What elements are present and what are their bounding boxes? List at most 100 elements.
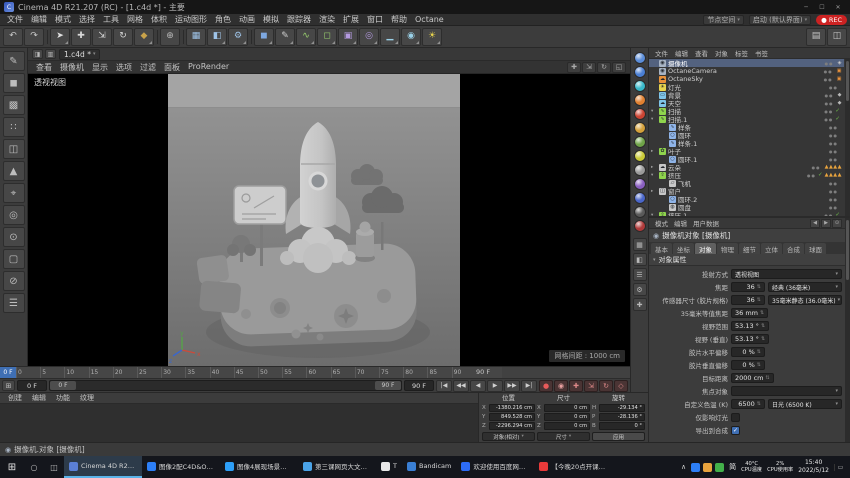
coordinate-system-toggle[interactable]: ⊕ xyxy=(160,28,180,46)
material-sphere-3[interactable] xyxy=(634,80,646,92)
visibility-dots-icon[interactable]: ●● xyxy=(829,189,838,194)
octane-menu-button[interactable]: ☰ xyxy=(633,268,647,281)
spline-primitive-menu[interactable]: ∿ xyxy=(296,28,316,46)
material-list-empty[interactable] xyxy=(0,404,478,442)
material-sphere-5[interactable] xyxy=(634,108,646,120)
viewport-menu-item[interactable]: 选项 xyxy=(112,62,136,73)
expand-arrow-icon[interactable]: ▾ xyxy=(651,117,657,122)
notification-center-icon[interactable]: ▭ xyxy=(834,464,846,471)
pan-view-icon[interactable]: ✚ xyxy=(567,62,581,73)
size-field[interactable]: 0 cm xyxy=(544,404,590,412)
ime-indicator[interactable]: 简 xyxy=(729,462,736,472)
maximize-button[interactable]: ☐ xyxy=(814,1,830,13)
range-start-field[interactable]: 0 F xyxy=(17,380,47,391)
previous-key-button[interactable]: ◀◀ xyxy=(453,380,469,392)
viewport-label[interactable]: 透视视图 xyxy=(34,77,66,88)
search-icon[interactable]: ○ xyxy=(24,456,44,478)
property-value-field[interactable]: 53.13 ° xyxy=(731,321,769,331)
material-sphere-9[interactable] xyxy=(634,164,646,176)
render-view-button[interactable]: ▦ xyxy=(186,28,206,46)
visibility-dots-icon[interactable]: ●● xyxy=(829,133,838,138)
position-field[interactable]: -2296.294 cm xyxy=(489,422,535,430)
document-selector[interactable]: 1.c4d * xyxy=(59,49,100,60)
toggle-views-icon[interactable]: ◱ xyxy=(612,62,626,73)
material-sphere-6[interactable] xyxy=(634,122,646,134)
material-menu[interactable]: 纹理 xyxy=(76,393,98,403)
subdivision-surface-menu[interactable]: ◻ xyxy=(317,28,337,46)
playhead-marker[interactable]: 0 F xyxy=(0,367,16,378)
object-tags-icon[interactable]: ▲▲▲▲ xyxy=(825,172,842,178)
attribute-tab[interactable]: 立体 xyxy=(761,243,782,254)
octane-settings-button[interactable]: ⚙ xyxy=(633,283,647,296)
attribute-tab[interactable]: 细节 xyxy=(739,243,760,254)
visibility-dots-icon[interactable]: ●● xyxy=(829,181,838,186)
model-mode-button[interactable]: ◼ xyxy=(3,73,25,93)
enabled-check-icon[interactable]: ✓ xyxy=(835,108,840,114)
size-field[interactable]: 0 cm xyxy=(544,413,590,421)
visibility-dots-icon[interactable]: ●● xyxy=(825,93,834,98)
property-value-field[interactable]: 6500 xyxy=(731,399,765,409)
octane-liveviewer-button[interactable]: ▦ xyxy=(633,238,647,251)
object-manager-menu[interactable]: 查看 xyxy=(692,48,711,58)
material-sphere-12[interactable] xyxy=(634,206,646,218)
material-sphere-10[interactable] xyxy=(634,178,646,190)
layer-panel-button[interactable]: ☰ xyxy=(3,293,25,313)
visibility-dots-icon[interactable]: ●● xyxy=(829,85,838,90)
expand-arrow-icon[interactable]: ▾ xyxy=(651,109,657,114)
viewport-3d[interactable]: x y z 透视视图 网格间距 : 1000 cm xyxy=(28,74,630,366)
object-tags-icon[interactable]: ▣ xyxy=(837,68,842,74)
object-tags-icon[interactable]: ◆ xyxy=(838,92,842,98)
position-field[interactable]: -1380.216 cm xyxy=(489,404,535,412)
range-slider-end-handle[interactable]: 90 F xyxy=(375,381,401,390)
menu-item[interactable]: 模拟 xyxy=(259,14,283,25)
pen-spline-menu[interactable]: ✎ xyxy=(275,28,295,46)
property-checkbox[interactable] xyxy=(731,413,740,422)
taskbar-task[interactable]: 图像2配C4D&OC完... xyxy=(142,456,220,478)
material-menu[interactable]: 创建 xyxy=(4,393,26,403)
play-button[interactable]: ▶ xyxy=(487,380,503,392)
environment-menu[interactable]: ▁ xyxy=(380,28,400,46)
points-mode-button[interactable]: ∷ xyxy=(3,117,25,137)
menu-item[interactable]: 文件 xyxy=(3,14,27,25)
expand-arrow-icon[interactable]: ▸ xyxy=(651,165,657,170)
object-manager-menu[interactable]: 对象 xyxy=(712,48,731,58)
close-button[interactable]: ✕ xyxy=(830,1,846,13)
menu-item[interactable]: 扩展 xyxy=(339,14,363,25)
object-row[interactable]: ▾ ⇧ 挤压.1 ●● ✓ xyxy=(649,211,844,216)
property-select[interactable]: 透视视图 xyxy=(731,269,842,279)
menu-item[interactable]: 跟踪器 xyxy=(283,14,315,25)
material-menu[interactable]: 编辑 xyxy=(28,393,50,403)
material-sphere-11[interactable] xyxy=(634,192,646,204)
separator[interactable] xyxy=(45,28,49,46)
camera-menu[interactable]: ◉ xyxy=(401,28,421,46)
object-tags-icon[interactable]: ◆ xyxy=(838,100,842,106)
apply-button[interactable]: 应用 xyxy=(592,432,645,441)
tray-app-icon[interactable] xyxy=(703,463,712,472)
menu-item[interactable]: 角色 xyxy=(211,14,235,25)
render-settings-button[interactable]: ⚙ xyxy=(228,28,248,46)
material-sphere-4[interactable] xyxy=(634,94,646,106)
expand-arrow-icon[interactable]: ▸ xyxy=(651,149,657,154)
attr-back-icon[interactable]: ◀ xyxy=(810,219,820,228)
polygons-mode-button[interactable]: ▲ xyxy=(3,161,25,181)
record-keyframe-button[interactable]: ● xyxy=(539,380,553,392)
visibility-dots-icon[interactable]: ●● xyxy=(829,197,838,202)
visibility-dots-icon[interactable]: ●● xyxy=(812,165,821,170)
attribute-menu[interactable]: 用户数据 xyxy=(690,218,722,228)
taskbar-task[interactable]: T xyxy=(376,456,402,478)
attribute-menu[interactable]: 模式 xyxy=(652,218,671,228)
previous-frame-button[interactable]: ◀ xyxy=(470,380,486,392)
render-picture-viewer-button[interactable]: ◧ xyxy=(207,28,227,46)
property-value-field[interactable]: 53.13 ° xyxy=(731,334,769,344)
key-position-button[interactable]: ✚ xyxy=(569,380,583,392)
material-sphere-13[interactable] xyxy=(634,220,646,232)
menu-item[interactable]: 选择 xyxy=(75,14,99,25)
separator[interactable] xyxy=(155,28,159,46)
visibility-dots-icon[interactable]: ●● xyxy=(829,149,838,154)
taskbar-task[interactable]: Bandicam xyxy=(402,456,456,478)
property-value-field[interactable]: 36 xyxy=(731,282,765,292)
viewport-config-icon[interactable]: ▥ xyxy=(45,49,56,59)
menu-item[interactable]: 渲染 xyxy=(315,14,339,25)
menu-item[interactable]: 帮助 xyxy=(387,14,411,25)
light-menu[interactable]: ☀ xyxy=(422,28,442,46)
